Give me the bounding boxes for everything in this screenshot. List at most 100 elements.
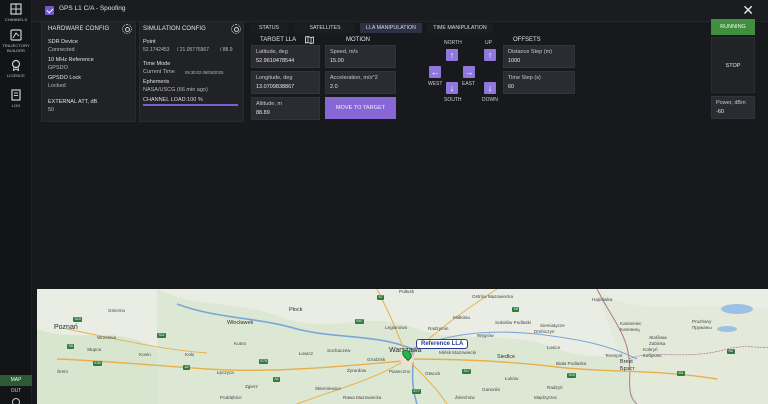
map-place-brest: Brest bbox=[620, 359, 633, 365]
distance-step-value[interactable]: 1000 bbox=[508, 58, 520, 64]
hardware-settings-gear-icon[interactable] bbox=[122, 24, 132, 34]
award-icon bbox=[11, 59, 21, 71]
map-place-zyrardow: Żyrardów bbox=[347, 368, 367, 373]
map-place-lowicz: Łowicz bbox=[299, 351, 314, 356]
map-icon[interactable] bbox=[305, 36, 314, 44]
rail-item-label: TRAJECTORY BUILDER bbox=[2, 43, 30, 53]
map-place-srem: Śrem bbox=[57, 369, 68, 374]
external-att-label: EXTERNAL ATT, dB bbox=[48, 99, 98, 105]
speed-value[interactable]: 15.00 bbox=[330, 58, 344, 64]
time-step-value[interactable]: 60 bbox=[508, 84, 514, 90]
map-place-wloclawek: Włocławek bbox=[227, 320, 254, 326]
map-place-minsk: Mińsk Mazowiecki bbox=[439, 350, 477, 355]
map-place-losice: Łosice bbox=[547, 345, 561, 350]
distance-step-label: Distance Step (m) bbox=[508, 49, 553, 55]
map-road-badge: A2 bbox=[183, 365, 191, 370]
time-step-field[interactable]: Time Step (s) 60 bbox=[503, 71, 575, 94]
map-place-rawa: Rawa Mazowiecka bbox=[343, 395, 382, 400]
map-road-badge: E67 bbox=[355, 319, 365, 324]
altitude-value[interactable]: 88.89 bbox=[256, 110, 270, 116]
rail-item-channels[interactable]: CHANNELS bbox=[0, 3, 32, 22]
simulation-settings-gear-icon[interactable] bbox=[231, 24, 241, 34]
arrow-up-altitude-icon[interactable]: ↑ bbox=[484, 49, 496, 61]
channel-enabled-checkbox[interactable] bbox=[45, 6, 54, 15]
map-road-badge: M1 bbox=[677, 371, 685, 376]
map-place-leczyca: Łęczyca bbox=[217, 370, 234, 375]
latitude-field[interactable]: Latitude, deg 52.9610478544 bbox=[251, 45, 320, 68]
arrow-left-west-icon[interactable]: ← bbox=[429, 66, 441, 78]
map-road-badge: E75 bbox=[259, 359, 269, 364]
rail-item-log[interactable]: LOG bbox=[0, 89, 32, 108]
map-place-pruzhany-cyr: Пружаны bbox=[692, 325, 712, 330]
sdr-device-value: Connected bbox=[48, 47, 75, 53]
map-place-brest-cyr: Брэст bbox=[620, 366, 635, 372]
arrow-down-south-icon[interactable]: ↓ bbox=[446, 82, 458, 94]
move-to-target-button[interactable]: MOVE TO TARGET bbox=[325, 97, 396, 119]
tab-lla-manipulation[interactable]: LLA MANIPULATION bbox=[360, 23, 422, 33]
stop-button[interactable]: STOP bbox=[711, 37, 755, 93]
map-road-badge: S19 bbox=[567, 373, 577, 378]
map-place-zelechow: Żelechów bbox=[455, 395, 475, 400]
map-place-lukow: Łuków bbox=[505, 376, 519, 381]
longitude-field[interactable]: Longitude, deg 13.0709838867 bbox=[251, 71, 320, 94]
rail-tab-map[interactable]: MAP bbox=[0, 375, 32, 386]
map-place-poznan: Poznań bbox=[54, 324, 78, 331]
map-place-zabinka: Zabinka bbox=[649, 341, 666, 346]
point-longitude: / 21.05776967 bbox=[177, 47, 209, 53]
power-field[interactable]: Power, dBm -60 bbox=[711, 96, 755, 119]
map-view[interactable]: Włocławek Płock Pułtusk Ostrów Mazowieck… bbox=[37, 289, 768, 404]
map-place-kobryn-cyr: Кобрынь bbox=[643, 353, 662, 358]
gpsdo-lock-value: Locked bbox=[48, 83, 66, 89]
close-icon[interactable]: ✕ bbox=[742, 2, 754, 18]
rail-bottom-icon[interactable] bbox=[12, 398, 20, 404]
distance-step-field[interactable]: Distance Step (m) 1000 bbox=[503, 45, 575, 68]
map-place-malkinia: Małkinia bbox=[453, 315, 470, 320]
map-place-radzymin: Radzymin bbox=[428, 326, 449, 331]
map-place-sokolow: Sokołów Podlaski bbox=[495, 320, 532, 325]
ephemeris-value: NASA/USCG (66 min ago) bbox=[143, 87, 208, 93]
rail-item-licence[interactable]: LICENCE bbox=[0, 59, 32, 78]
channel-load-bar bbox=[143, 104, 238, 106]
power-value[interactable]: -60 bbox=[716, 109, 724, 115]
map-road-badge: S10 bbox=[73, 317, 83, 322]
map-place-drohiczyn: Drohiczyn bbox=[534, 329, 555, 334]
latitude-value[interactable]: 52.9610478544 bbox=[256, 58, 294, 64]
map-road-badge: S5 bbox=[67, 344, 75, 349]
map-road-badge: R2 bbox=[727, 349, 735, 354]
arrow-right-east-icon[interactable]: → bbox=[463, 66, 475, 78]
map-place-konin: Konin bbox=[139, 352, 151, 357]
arrow-up-north-icon[interactable]: ↑ bbox=[446, 49, 458, 61]
offsets-title: OFFSETS bbox=[513, 37, 541, 43]
tab-status[interactable]: STATUS bbox=[250, 23, 288, 33]
longitude-value[interactable]: 13.0709838867 bbox=[256, 84, 294, 90]
tab-time-manipulation[interactable]: TIME MANIPULATION bbox=[427, 23, 493, 33]
running-status-button[interactable]: RUNNING bbox=[711, 19, 755, 35]
rail-item-label: LOG bbox=[11, 103, 21, 108]
tab-satellites[interactable]: SATELLITES bbox=[295, 23, 355, 33]
altitude-label: Altitude, m bbox=[256, 101, 282, 107]
channel-load: CHANNEL LOAD:100 % bbox=[143, 97, 203, 103]
acceleration-value[interactable]: 2.0 bbox=[330, 84, 338, 90]
map-place-miedzyrzec: Międzyrzec bbox=[534, 395, 558, 400]
altitude-field[interactable]: Altitude, m 88.89 bbox=[251, 97, 320, 120]
north-label: NORTH bbox=[444, 40, 462, 46]
external-att-value[interactable]: 50 bbox=[48, 107, 54, 113]
map-road-badge: S7 bbox=[377, 295, 385, 300]
map-place-grodzisk: Grodzisk bbox=[367, 357, 386, 362]
map-place-zgierz: Zgierz bbox=[245, 384, 258, 389]
rail-item-trajectory-builder[interactable]: TRAJECTORY BUILDER bbox=[0, 29, 32, 53]
arrow-down-altitude-icon[interactable]: ↓ bbox=[484, 82, 496, 94]
rail-tab-out[interactable]: OUT bbox=[0, 386, 32, 397]
map-place-hajnowka: Hajnówka bbox=[592, 297, 613, 302]
map-road-badge: E30 bbox=[93, 361, 103, 366]
map-place-kobryn: Kobryń bbox=[643, 347, 658, 352]
map-place-wegrow: Węgrów bbox=[477, 333, 494, 338]
target-lla-title: TARGET LLA bbox=[260, 37, 297, 43]
map-place-biala: Biała Podlaska bbox=[556, 361, 587, 366]
acceleration-field[interactable]: Acceleration, m/s^2 2.0 bbox=[325, 71, 396, 94]
reference-lla-marker-label[interactable]: Reference LLA bbox=[416, 339, 469, 349]
time-stamp: 09:30:02 06/05/2025 bbox=[185, 70, 224, 75]
map-place-kutno: Kutno bbox=[234, 341, 247, 346]
power-label: Power, dBm bbox=[716, 100, 746, 106]
speed-field[interactable]: Speed, m/s 15.00 bbox=[325, 45, 396, 68]
